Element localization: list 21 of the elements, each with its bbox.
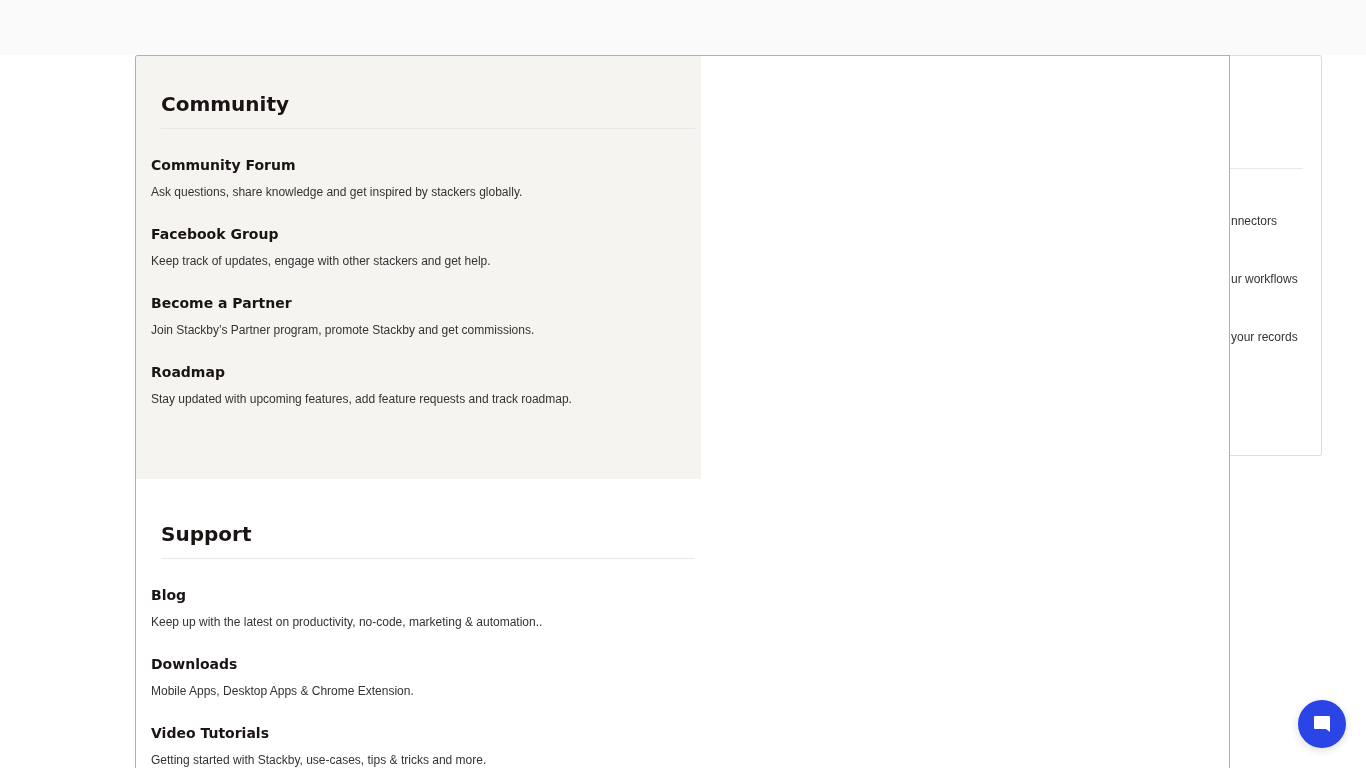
link-description: Mobile Apps, Desktop Apps & Chrome Extension. [151,684,414,698]
link-description: Ask questions, share knowledge and get inspired by stackers globally. [151,185,523,199]
chat-button[interactable] [1298,700,1346,748]
menu-link[interactable]: Community Forum [151,157,296,173]
card-text: ur workflows [1230,272,1299,288]
section-heading: Support [161,522,253,546]
menu-link[interactable]: Video Tutorials [151,725,269,741]
link-description: Stay updated with upcoming features, add feature requests and track roadmap. [151,392,572,406]
menu-link[interactable]: Roadmap [151,364,225,380]
link-description: Keep up with the latest on productivity, no-code, marketing & automation.. [151,615,543,629]
chat-icon [1312,714,1332,734]
menu-link[interactable]: Become a Partner [151,295,292,311]
section-heading: Community [161,92,291,116]
menu-link[interactable]: Downloads [151,656,238,672]
link-description: Keep track of updates, engage with other stackers and get help. [151,254,491,268]
menu-link[interactable]: Blog [151,587,187,603]
link-description: Getting started with Stackby, use-cases, tips & tricks and more. [151,753,487,767]
link-description: Join Stackby’s Partner program, promote Stackby and get commissions. [151,323,535,337]
card-text: your records [1230,330,1299,346]
card-text: nnectors [1230,214,1279,230]
menu-link[interactable]: Facebook Group [151,226,279,242]
